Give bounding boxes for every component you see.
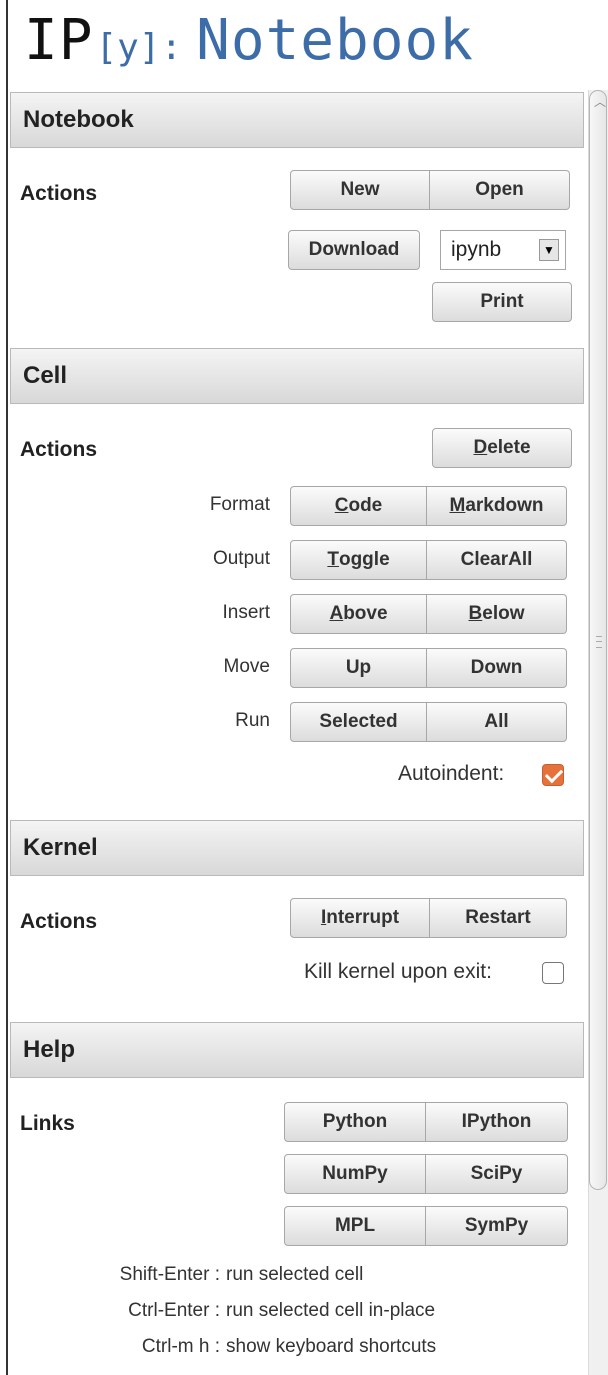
clearall-button[interactable]: ClearAll [427, 540, 567, 580]
below-accel: B [468, 603, 483, 624]
move-down-button[interactable]: Down [427, 648, 567, 688]
python-link-button[interactable]: Python [284, 1102, 426, 1142]
section-body-help: Links Python IPython NumPy SciPy MPL Sym… [10, 1078, 584, 1368]
code-accel: C [334, 495, 349, 516]
logo-ip: IP [24, 8, 94, 73]
below-label-rest: elow [482, 603, 525, 624]
scipy-link-button[interactable]: SciPy [426, 1154, 568, 1194]
shortcut-key: Ctrl-m h : [141, 1336, 220, 1357]
help-links-label: Links [20, 1112, 75, 1135]
scroll-thumb[interactable]: ︿ [589, 90, 607, 1190]
section-header-help[interactable]: Help [10, 1022, 584, 1078]
download-button[interactable]: Download [288, 230, 420, 270]
output-label: Output [212, 548, 270, 569]
logo-colon: : [160, 27, 183, 68]
chevron-down-icon: ▼ [539, 239, 559, 261]
page-title: Notebook [196, 8, 474, 73]
kill-kernel-label: Kill kernel upon exit: [304, 960, 492, 983]
insert-above-button[interactable]: Above [290, 594, 427, 634]
move-label: Move [223, 656, 270, 677]
section-header-cell[interactable]: Cell [10, 348, 584, 404]
above-accel: A [329, 603, 344, 624]
kernel-actions-label: Actions [20, 910, 98, 933]
markdown-button[interactable]: Markdown [427, 486, 567, 526]
section-header-kernel[interactable]: Kernel [10, 820, 584, 876]
interrupt-button[interactable]: Interrupt [290, 898, 430, 938]
interrupt-label-rest: nterrupt [326, 907, 400, 928]
section-body-notebook: Actions New Open Download ipynb ▼ Print [10, 148, 584, 348]
shortcut-key: Shift-Enter : [119, 1264, 220, 1285]
toggle-label-rest: oggle [338, 549, 390, 570]
toggle-accel: T [327, 549, 339, 570]
sympy-link-button[interactable]: SymPy [426, 1206, 568, 1246]
markdown-label-rest: arkdown [465, 495, 544, 516]
delete-accel: D [473, 437, 488, 458]
left-panel: Notebook Actions New Open Download ipynb… [10, 92, 584, 1375]
download-format-value: ipynb [451, 238, 502, 261]
new-button[interactable]: New [290, 170, 430, 210]
run-label: Run [235, 710, 270, 731]
above-label-rest: bove [343, 603, 388, 624]
delete-button[interactable]: Delete [432, 428, 572, 468]
insert-label: Insert [222, 602, 270, 623]
open-button[interactable]: Open [430, 170, 570, 210]
insert-below-button[interactable]: Below [427, 594, 567, 634]
vertical-scrollbar[interactable]: ︿ [588, 90, 608, 1375]
section-header-notebook[interactable]: Notebook [10, 92, 584, 148]
left-border [6, 0, 8, 1375]
markdown-accel: M [449, 495, 466, 516]
scroll-up-icon: ︿ [594, 95, 607, 109]
move-up-button[interactable]: Up [290, 648, 427, 688]
notebook-actions-label: Actions [20, 182, 98, 205]
cell-actions-label: Actions [20, 438, 98, 461]
notebook-app: IP [y] : Notebook Notebook Actions New O… [0, 0, 608, 1375]
run-selected-button[interactable]: Selected [290, 702, 427, 742]
section-body-cell: Actions Delete Format Code Markdown Outp… [10, 404, 584, 832]
shortcut-desc: run selected cell [226, 1264, 364, 1285]
restart-button[interactable]: Restart [430, 898, 567, 938]
mpl-link-button[interactable]: MPL [284, 1206, 426, 1246]
format-label: Format [209, 494, 270, 515]
autoindent-label: Autoindent: [398, 762, 505, 785]
autoindent-checkbox[interactable] [542, 764, 564, 786]
shortcut-desc: show keyboard shortcuts [226, 1336, 437, 1357]
scroll-grip-icon [596, 636, 602, 648]
delete-label-rest: elete [487, 437, 531, 458]
header: IP [y] : Notebook [24, 8, 474, 88]
download-format-select[interactable]: ipynb ▼ [440, 230, 566, 270]
ipython-link-button[interactable]: IPython [426, 1102, 568, 1142]
code-button[interactable]: Code [290, 486, 427, 526]
shortcut-desc: run selected cell in-place [226, 1300, 436, 1321]
section-body-kernel: Actions Interrupt Restart Kill kernel up… [10, 876, 584, 1022]
toggle-button[interactable]: Toggle [290, 540, 427, 580]
run-all-button[interactable]: All [427, 702, 567, 742]
shortcut-key: Ctrl-Enter : [128, 1300, 220, 1321]
print-button[interactable]: Print [432, 282, 572, 322]
kill-kernel-checkbox[interactable] [542, 962, 564, 984]
logo-y: [y] [95, 27, 161, 68]
numpy-link-button[interactable]: NumPy [284, 1154, 426, 1194]
code-label-rest: ode [348, 495, 383, 516]
